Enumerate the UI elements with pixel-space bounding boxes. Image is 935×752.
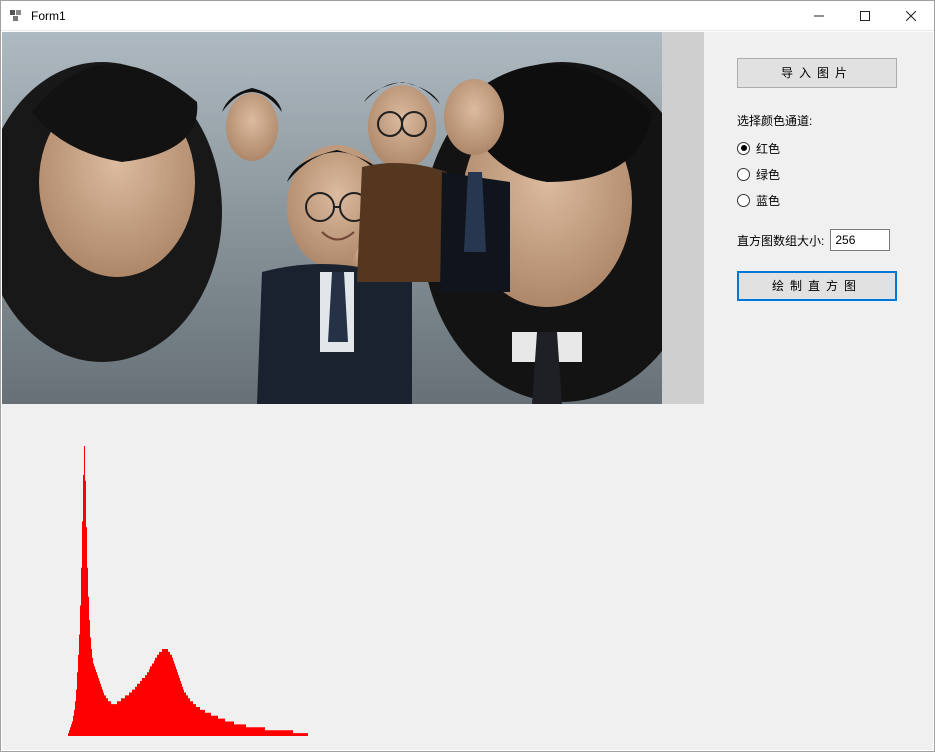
- histogram-panel: [2, 404, 933, 750]
- window-buttons: [796, 1, 934, 31]
- title-bar: Form1: [1, 1, 934, 31]
- radio-blue[interactable]: 蓝色: [737, 187, 917, 213]
- close-button[interactable]: [888, 1, 934, 31]
- minimize-button[interactable]: [796, 1, 842, 31]
- radio-indicator-icon: [737, 194, 750, 207]
- window-title: Form1: [31, 9, 796, 23]
- bins-label: 直方图数组大小:: [737, 232, 824, 249]
- radio-red[interactable]: 红色: [737, 135, 917, 161]
- bins-input[interactable]: [830, 229, 890, 251]
- import-image-button[interactable]: 导入图片: [737, 58, 897, 88]
- loaded-image-placeholder: [2, 32, 662, 404]
- controls-panel: 导入图片 选择颜色通道: 红色 绿色 蓝色 直方图数组大小: 绘制直方图: [737, 58, 917, 301]
- radio-indicator-icon: [737, 168, 750, 181]
- radio-blue-label: 蓝色: [756, 192, 780, 209]
- radio-red-label: 红色: [756, 140, 780, 157]
- radio-indicator-icon: [737, 142, 750, 155]
- radio-green[interactable]: 绿色: [737, 161, 917, 187]
- radio-green-label: 绿色: [756, 166, 780, 183]
- histogram-chart: [60, 446, 316, 736]
- draw-histogram-button[interactable]: 绘制直方图: [737, 271, 897, 301]
- channel-group-label: 选择颜色通道:: [737, 112, 917, 129]
- channel-radio-group: 红色 绿色 蓝色: [737, 135, 917, 213]
- maximize-button[interactable]: [842, 1, 888, 31]
- client-area: 导入图片 选择颜色通道: 红色 绿色 蓝色 直方图数组大小: 绘制直方图: [2, 32, 933, 750]
- image-display-panel: [2, 32, 704, 404]
- app-icon: [9, 8, 25, 24]
- bins-row: 直方图数组大小:: [737, 229, 917, 251]
